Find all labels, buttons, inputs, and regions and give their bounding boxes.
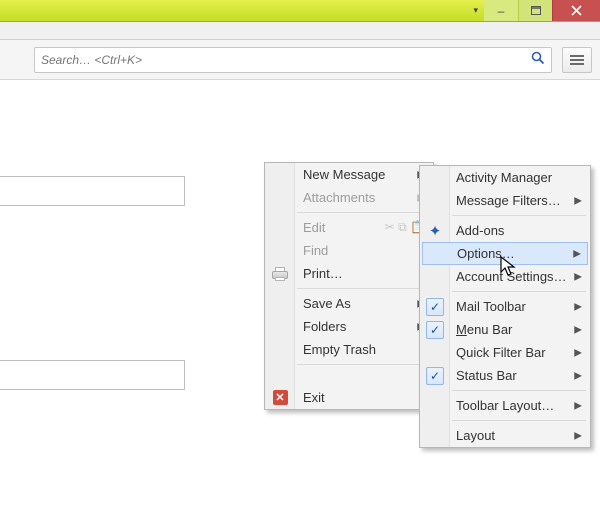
submenu-arrow-icon: ▶ (574, 324, 582, 335)
close-icon (571, 5, 582, 16)
check-icon: ✓ (426, 367, 444, 385)
menu-item-new-message[interactable]: New Message ▶ (265, 163, 433, 186)
menu-label: Exit (303, 390, 325, 405)
menu-label: New Message (303, 167, 385, 182)
menu-label: Options… (457, 246, 515, 261)
menu-label: Mail Toolbar (456, 299, 526, 314)
maximize-icon (531, 6, 541, 15)
menu-label: Message Filters… (456, 193, 561, 208)
menu-label: Edit (303, 220, 325, 235)
content-area: New Message ▶ Attachments ▶ Edit ✂ ⧉ 📋 F… (0, 80, 600, 511)
check-icon: ✓ (426, 298, 444, 316)
menu-item-activity-manager[interactable]: Activity Manager (420, 166, 590, 189)
search-icon[interactable] (531, 51, 545, 68)
menu-label: Account Settings… (456, 269, 567, 284)
submenu-arrow-icon: ▶ (574, 271, 582, 282)
close-button[interactable] (552, 0, 600, 21)
menu-label: Save As (303, 296, 351, 311)
submenu-arrow-icon: ▶ (574, 347, 582, 358)
menu-label: Menu Bar (456, 322, 512, 337)
menu-separator (452, 390, 586, 391)
menu-label: Empty Trash (303, 342, 376, 357)
placeholder-box (0, 360, 185, 390)
exit-icon: ✕ (273, 390, 288, 405)
menu-item-folders[interactable]: Folders ▶ (265, 315, 433, 338)
menu-item-find: Find (265, 239, 433, 262)
menu-separator (297, 364, 429, 365)
menu-label: Add-ons (456, 223, 504, 238)
window-titlebar: ▾ – (0, 0, 600, 22)
menu-label: Layout (456, 428, 495, 443)
submenu-arrow-icon: ▶ (573, 248, 581, 259)
options-submenu: Activity Manager Message Filters… ▶ ✦ Ad… (419, 165, 591, 448)
menu-item-quick-filter-bar[interactable]: Quick Filter Bar ▶ (420, 341, 590, 364)
submenu-arrow-icon: ▶ (574, 301, 582, 312)
menu-item-edit: Edit ✂ ⧉ 📋 (265, 216, 433, 239)
minimize-button[interactable]: – (484, 0, 518, 21)
menu-separator (452, 215, 586, 216)
hamburger-icon (570, 59, 584, 61)
menu-label: Find (303, 243, 328, 258)
menu-item-menu-bar[interactable]: ✓ Menu Bar ▶ (420, 318, 590, 341)
main-toolbar (0, 40, 600, 80)
menu-label: Attachments (303, 190, 375, 205)
app-menu: New Message ▶ Attachments ▶ Edit ✂ ⧉ 📋 F… (264, 162, 434, 410)
menu-item-addons[interactable]: ✦ Add-ons (420, 219, 590, 242)
menu-separator (297, 288, 429, 289)
menu-label: Activity Manager (456, 170, 552, 185)
submenu-arrow-icon: ▶ (574, 430, 582, 441)
menu-item-save-as[interactable]: Save As ▶ (265, 292, 433, 315)
menu-item-empty-trash[interactable]: Empty Trash (265, 338, 433, 361)
menu-item-mail-toolbar[interactable]: ✓ Mail Toolbar ▶ (420, 295, 590, 318)
addons-icon: ✦ (429, 222, 442, 240)
menu-label: Toolbar Layout… (456, 398, 554, 413)
menu-item-layout[interactable]: Layout ▶ (420, 424, 590, 447)
menu-item-toolbar-layout[interactable]: Toolbar Layout… ▶ (420, 394, 590, 417)
menu-separator (297, 212, 429, 213)
menu-separator (452, 291, 586, 292)
menu-label: Status Bar (456, 368, 517, 383)
menu-label: Print… (303, 266, 343, 281)
menu-separator (452, 420, 586, 421)
menu-item-message-filters[interactable]: Message Filters… ▶ (420, 189, 590, 212)
titlebar-dropdown[interactable]: ▾ (467, 0, 484, 21)
menu-item-exit[interactable]: ✕ Exit (265, 386, 433, 409)
check-icon: ✓ (426, 321, 444, 339)
submenu-arrow-icon: ▶ (574, 400, 582, 411)
printer-icon (272, 267, 288, 281)
placeholder-box (0, 176, 185, 206)
menu-label: Quick Filter Bar (456, 345, 546, 360)
menu-label: Folders (303, 319, 346, 334)
submenu-arrow-icon: ▶ (574, 195, 582, 206)
menu-item-status-bar[interactable]: ✓ Status Bar ▶ (420, 364, 590, 387)
app-menu-button[interactable] (562, 47, 592, 73)
menu-item-print[interactable]: Print… (265, 262, 433, 285)
menu-item-account-settings[interactable]: Account Settings… ▶ (420, 265, 590, 288)
submenu-arrow-icon: ▶ (574, 370, 582, 381)
menu-item-options[interactable]: Options… ▶ (422, 242, 588, 265)
search-box[interactable] (34, 47, 552, 73)
menu-item-attachments: Attachments ▶ (265, 186, 433, 209)
search-input[interactable] (41, 53, 531, 67)
tabstrip-area (0, 22, 600, 40)
maximize-button[interactable] (518, 0, 552, 21)
